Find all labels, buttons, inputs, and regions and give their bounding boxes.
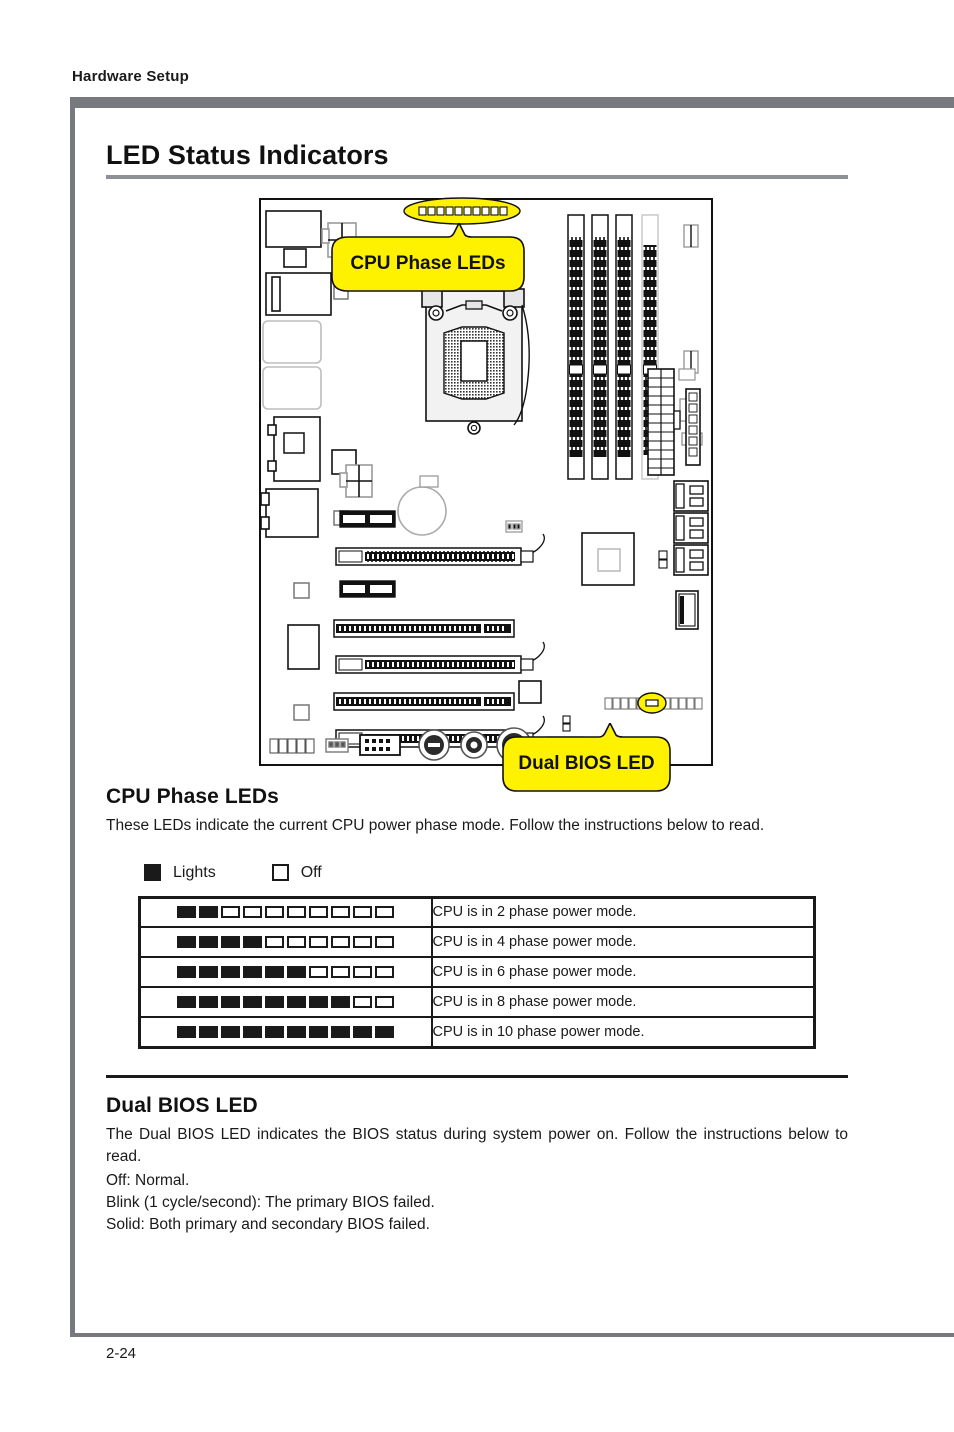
legend-label-lights: Lights — [173, 863, 216, 881]
led-description-cell: CPU is in 4 phase power mode. — [430, 926, 816, 959]
led-pattern-8-phase — [141, 996, 431, 1009]
dual-bios-led-heading: Dual BIOS LED — [106, 1093, 258, 1117]
table-row: CPU is in 10 phase power mode. — [138, 1016, 816, 1049]
led-pattern-cell — [138, 986, 433, 1019]
led-pattern-2-phase — [141, 906, 431, 919]
page-bottom-rule — [70, 1333, 954, 1337]
legend-swatch-lights — [144, 864, 161, 882]
running-head: Hardware Setup — [72, 68, 189, 85]
led-legend: Lights Off — [144, 864, 848, 882]
dual-bios-state-off: Off: Normal. — [106, 1172, 190, 1190]
led-pattern-4-phase — [141, 936, 431, 949]
page-number: 2-24 — [106, 1345, 137, 1362]
page-top-rule — [70, 97, 954, 108]
content-column: LED Status Indicators CPU Phase LEDs Dua… — [106, 140, 848, 1236]
legend-label-off: Off — [300, 863, 322, 881]
callout-dual-bios-led-label: Dual BIOS LED — [518, 753, 655, 775]
table-row: CPU is in 2 phase power mode. — [138, 896, 816, 929]
legend-swatch-off — [271, 864, 289, 882]
led-description-cell: CPU is in 8 phase power mode. — [430, 986, 816, 1019]
table-row: CPU is in 4 phase power mode. — [138, 926, 816, 959]
dual-bios-led-intro: The Dual BIOS LED indicates the BIOS sta… — [106, 1125, 848, 1165]
led-description-cell: CPU is in 10 phase power mode. — [430, 1016, 816, 1049]
cpu-phase-leds-heading: CPU Phase LEDs — [106, 785, 279, 809]
led-description-cell: CPU is in 2 phase power mode. — [430, 896, 816, 929]
table-row: CPU is in 6 phase power mode. — [138, 956, 816, 989]
led-pattern-cell — [138, 926, 433, 959]
led-pattern-6-phase — [141, 966, 431, 979]
callout-cpu-phase-leds-label: CPU Phase LEDs — [350, 253, 506, 275]
cpu-phase-table: CPU is in 2 phase power mode. CPU is in … — [138, 895, 816, 1049]
section-divider — [106, 1074, 848, 1078]
cpu-phase-leds-intro: These LEDs indicate the current CPU powe… — [106, 817, 765, 835]
led-pattern-cell — [138, 956, 433, 989]
led-description-cell: CPU is in 6 phase power mode. — [430, 956, 816, 989]
page-title: LED Status Indicators — [106, 140, 389, 170]
callout-dual-bios-led: Dual BIOS LED — [499, 721, 674, 800]
led-pattern-cell — [138, 1016, 433, 1049]
led-pattern-cell — [138, 896, 433, 929]
page-left-rule — [70, 97, 75, 1337]
dual-bios-state-blink: Blink (1 cycle/second): The primary BIOS… — [106, 1194, 435, 1212]
dual-bios-state-solid: Solid: Both primary and secondary BIOS f… — [106, 1216, 430, 1234]
motherboard-figure: CPU Phase LEDs Dual BIOS LED — [106, 193, 848, 792]
table-row: CPU is in 8 phase power mode. — [138, 986, 816, 1019]
page-title-rule — [106, 175, 848, 180]
led-pattern-10-phase — [141, 1025, 431, 1038]
callout-cpu-phase-leds: CPU Phase LEDs — [328, 221, 528, 300]
